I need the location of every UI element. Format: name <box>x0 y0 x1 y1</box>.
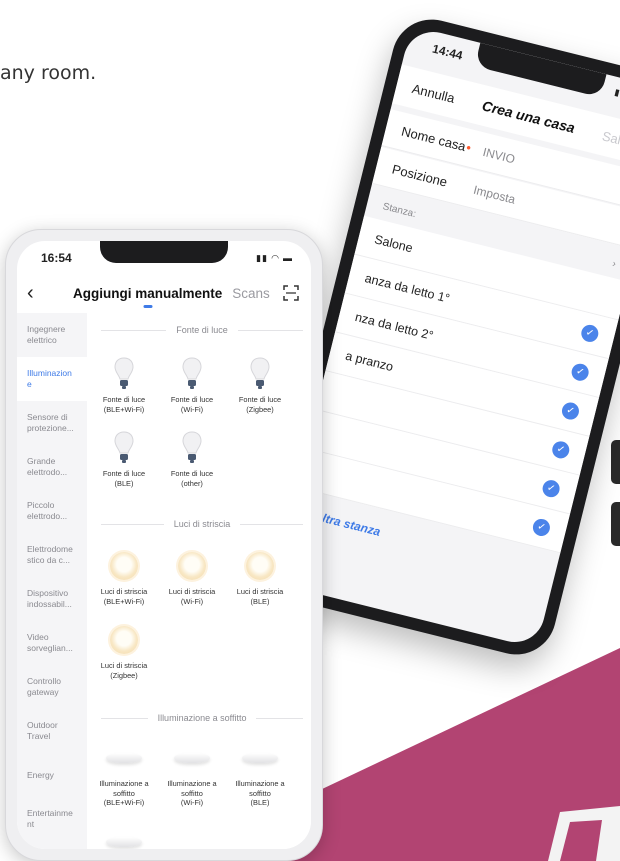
device-tile[interactable]: Fonte di luce (BLE+Wi-Fi) <box>91 357 157 414</box>
add-device-screen: 16:54 ▮▮ ◠ ▬ ‹ Aggiungi manualmente Scan… <box>17 241 311 849</box>
device-tile[interactable]: Fonte di luce (other) <box>159 431 225 488</box>
chevron-right-icon: › <box>611 258 618 270</box>
ceiling-light-icon <box>106 753 142 763</box>
category-sidebar: Ingegnere elettrico Illuminazion e Senso… <box>17 313 87 849</box>
room-name: nza da letto 2° <box>353 309 435 343</box>
sidebar-item-small-appliance[interactable]: Piccolo elettrodo... <box>17 489 87 533</box>
section-title: Luci di striscia <box>101 517 303 531</box>
device-tile[interactable]: Fonte di luce (Zigbee) <box>227 357 293 414</box>
light-strip-icon <box>110 626 138 654</box>
save-button[interactable]: Salvare <box>601 128 620 153</box>
location-value: Imposta <box>472 182 517 207</box>
device-tile[interactable]: Illuminazione a soffitto (Wi-Fi) <box>159 741 225 808</box>
tab-scans[interactable]: Scans <box>232 286 270 301</box>
light-strip-icon <box>246 552 274 580</box>
rooms-header-label: Stanza: <box>381 200 418 220</box>
sidebar-item-gateway[interactable]: Controllo gateway <box>17 665 87 709</box>
tab-manual-add[interactable]: Aggiungi manualmente <box>73 286 222 301</box>
light-bulb-icon <box>114 431 134 463</box>
ceiling-light-icon <box>174 753 210 763</box>
sidebar-item-energy[interactable]: Energy <box>17 753 87 797</box>
light-bulb-icon <box>114 357 134 389</box>
check-icon[interactable]: ✓ <box>569 361 591 383</box>
check-icon[interactable]: ✓ <box>560 400 581 422</box>
sidebar-item-electrical[interactable]: Ingegnere elettrico <box>17 313 87 357</box>
check-icon[interactable]: ✓ <box>540 478 562 499</box>
sidebar-item-video-surveillance[interactable]: Video sorveglian... <box>17 621 87 665</box>
sidebar-item-large-appliance[interactable]: Grande elettrodo... <box>17 445 87 489</box>
sidebar-item-entertainment[interactable]: Entertainme nt <box>17 797 87 841</box>
device-tile[interactable]: Illuminazione a soffitto (BLE) <box>227 741 293 808</box>
sidebar-item-security-sensor[interactable]: Sensore di protezione... <box>17 401 87 445</box>
ceiling-light-icon <box>242 753 278 763</box>
status-time: 14:44 <box>430 41 465 63</box>
side-tab-2[interactable] <box>611 502 620 546</box>
ceiling-light-icon <box>106 837 142 847</box>
signal-wifi-battery-icon: ▮▮ ◠ ▬ <box>613 86 620 106</box>
room-name: anza da letto 1° <box>363 270 452 306</box>
section-title: Fonte di luce <box>101 323 303 337</box>
section-title-label: Illuminazione a soffitto <box>157 713 247 723</box>
side-tab-1[interactable] <box>611 440 620 484</box>
status-time: 16:54 <box>41 251 72 265</box>
check-icon[interactable]: ✓ <box>550 439 572 461</box>
section-title: Illuminazione a soffitto <box>101 711 304 725</box>
signal-wifi-battery-icon: ▮▮ ◠ ▬ <box>256 252 293 263</box>
back-arrow-icon[interactable]: ‹ <box>27 283 55 303</box>
check-icon[interactable]: ✓ <box>531 517 552 538</box>
light-bulb-icon <box>182 431 202 463</box>
page-title: Crea una casa <box>480 97 577 136</box>
location-label: Posizione <box>390 161 449 190</box>
cancel-button[interactable]: Annulla <box>411 80 457 105</box>
device-tile[interactable]: Illuminazione a soffitto (BLE+Wi-Fi) <box>91 741 157 808</box>
device-grid: Fonte di luce Fonte di luce (BLE+Wi-Fi) F… <box>87 313 311 849</box>
nav-bar: ‹ Aggiungi manualmente Scans <box>17 275 311 311</box>
sidebar-item-kitchen-appliance[interactable]: Elettrodome stico da c... <box>17 533 87 577</box>
device-tile[interactable]: Luci di striscia (BLE+Wi-Fi) <box>91 549 157 606</box>
light-bulb-icon <box>182 357 202 389</box>
sidebar-item-outdoor-travel[interactable]: Outdoor Travel <box>17 709 87 753</box>
section-title-label: Fonte di luce <box>176 325 228 335</box>
scan-icon[interactable] <box>283 285 299 301</box>
room-name: Salone <box>373 231 415 255</box>
home-name-label: Nome casa <box>399 123 468 155</box>
sidebar-item-lighting[interactable]: Illuminazion e <box>17 357 87 401</box>
light-bulb-icon <box>250 357 270 389</box>
room-name: a pranzo <box>344 348 395 374</box>
check-icon[interactable]: ✓ <box>579 323 601 344</box>
phone-notch <box>100 241 228 263</box>
light-strip-icon <box>178 552 206 580</box>
sidebar-item-wearable[interactable]: Dispositivo indossabil... <box>17 577 87 621</box>
front-phone: 16:54 ▮▮ ◠ ▬ ‹ Aggiungi manualmente Scan… <box>5 229 323 861</box>
device-tile[interactable]: Fonte di luce (BLE) <box>91 431 157 488</box>
light-strip-icon <box>110 552 138 580</box>
home-name-value: INVIO <box>481 144 517 166</box>
device-tile[interactable]: Luci di striscia (BLE) <box>227 549 293 606</box>
marketing-headline: any room. <box>0 62 97 84</box>
device-tile[interactable]: Luci di striscia (Zigbee) <box>91 623 157 680</box>
device-tile[interactable]: Luci di striscia (Wi-Fi) <box>159 549 225 606</box>
device-tile[interactable]: Fonte di luce (Wi-Fi) <box>159 357 225 414</box>
section-title-label: Luci di striscia <box>173 519 231 529</box>
device-tile[interactable] <box>91 825 157 849</box>
